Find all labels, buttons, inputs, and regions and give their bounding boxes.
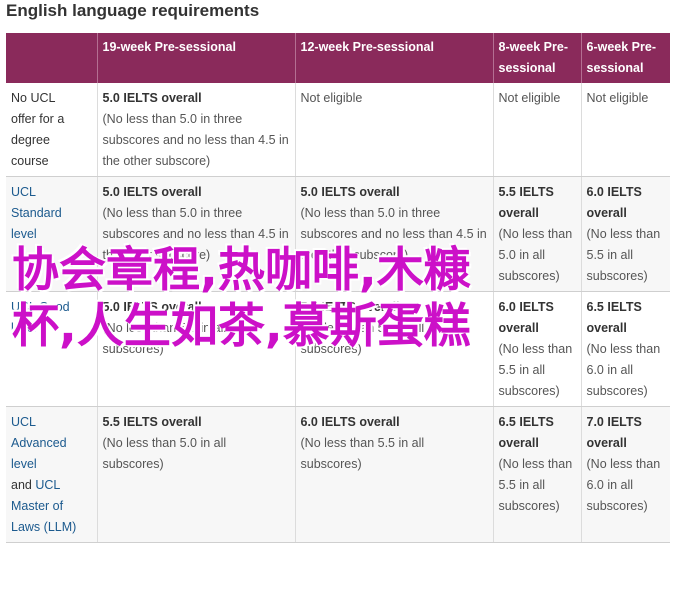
row-header-line[interactable]: and UCL <box>11 475 92 496</box>
subscore-note: Not eligible <box>586 91 649 105</box>
table-cell: 6.0 IELTS overall (No less than 5.5 in al… <box>294 406 493 543</box>
subscore-note: (No less than 5.0 in all subscores) <box>102 321 227 356</box>
table-cell: 5.0 IELTS overall (No less than 5.0 in th… <box>96 83 295 177</box>
table-cell: Not eligible <box>580 83 670 177</box>
row-header-line[interactable]: Advanced <box>11 433 92 454</box>
table-cell: 5.5 IELTS overall (No less than 5.0 in al… <box>294 291 493 407</box>
requirements-table: 19-week Pre-sessional 12-week Pre-sessio… <box>6 33 670 543</box>
table-cell: 6.5 IELTS overall (No less than 5.5 in al… <box>492 406 581 543</box>
subscore-note: (No less than 6.0 in all subscores) <box>586 342 661 398</box>
ielts-score: 5.5 IELTS overall <box>300 300 400 314</box>
ielts-score: 6.0 IELTS overall <box>586 185 642 220</box>
page-title: English language requirements <box>6 1 260 20</box>
row-header: UCL Good level <box>6 291 97 407</box>
subscore-note: (No less than 5.0 in three subscores and… <box>300 206 487 262</box>
ielts-score: 7.0 IELTS overall <box>586 415 642 450</box>
row-header-link[interactable]: UCL <box>35 478 60 492</box>
table-cell: 5.0 IELTS overall (No less than 5.0 in th… <box>96 176 295 292</box>
subscore-note: Not eligible <box>300 91 363 105</box>
ielts-score: 6.5 IELTS overall <box>498 415 554 450</box>
table-cell: 5.5 IELTS overall (No less than 5.0 in al… <box>96 406 295 543</box>
table-cell: 5.0 IELTS overall (No less than 5.0 in al… <box>96 291 295 407</box>
table-row: UCL Standard level 5.0 IELTS overall (No les… <box>6 176 670 292</box>
row-header-line[interactable]: level <box>11 318 92 339</box>
subscore-note: (No less than 5.0 in all subscores) <box>300 321 425 356</box>
row-header-line[interactable]: UCL Good <box>11 297 92 318</box>
ielts-score: 5.5 IELTS overall <box>498 185 554 220</box>
row-header-line[interactable]: level <box>11 454 92 475</box>
subscore-note: (No less than 5.0 in three subscores and… <box>102 206 289 262</box>
row-header: UCL Standard level <box>6 176 97 292</box>
subscore-note: (No less than 5.5 in all subscores) <box>586 227 661 283</box>
subscore-note: (No less than 5.0 in all subscores) <box>102 436 227 471</box>
row-header-line[interactable]: level <box>11 224 92 245</box>
column-header: 8-week Pre-sessional <box>492 33 581 83</box>
subscore-note: (No less than 6.0 in all subscores) <box>586 457 661 513</box>
table-cell: 6.0 IELTS overall (No less than 5.5 in al… <box>580 176 670 292</box>
ielts-score: 5.0 IELTS overall <box>300 185 400 199</box>
subscore-note: (No less than 5.0 in three subscores and… <box>102 112 289 168</box>
table-cell: Not eligible <box>294 83 493 177</box>
subscore-note: (No less than 5.0 in all subscores) <box>498 227 573 283</box>
table-cell: 5.0 IELTS overall (No less than 5.0 in th… <box>294 176 493 292</box>
column-header: 19-week Pre-sessional <box>96 33 295 83</box>
table-header-row: 19-week Pre-sessional 12-week Pre-sessio… <box>6 33 670 83</box>
column-header: 6-week Pre-sessional <box>580 33 670 83</box>
table-row: No UCL offer for a degree course 5.0 IELTS o… <box>6 83 670 177</box>
row-header-line: No UCL <box>11 91 56 105</box>
ielts-score: 5.0 IELTS overall <box>102 91 202 105</box>
row-header-connector: and <box>11 478 36 492</box>
table-row: UCL Advanced level and UCL Master of Laws (LL… <box>6 406 670 543</box>
table-cell: 6.5 IELTS overall (No less than 6.0 in al… <box>580 291 670 407</box>
row-header-line[interactable]: UCL <box>11 412 92 433</box>
row-header: No UCL offer for a degree course <box>6 83 97 177</box>
table-row: UCL Good level 5.0 IELTS overall (No less t… <box>6 291 670 407</box>
row-header: UCL Advanced level and UCL Master of Laws (LL… <box>6 406 97 543</box>
row-header-line: offer for a <box>11 112 65 126</box>
ielts-score: 6.5 IELTS overall <box>586 300 642 335</box>
subscore-note: Not eligible <box>498 91 561 105</box>
subscore-note: (No less than 5.5 in all subscores) <box>300 436 425 471</box>
table-cell: 6.0 IELTS overall (No less than 5.5 in al… <box>492 291 581 407</box>
row-header-line: degree <box>11 133 50 147</box>
table-cell: 7.0 IELTS overall (No less than 6.0 in al… <box>580 406 670 543</box>
table-cell: 5.5 IELTS overall (No less than 5.0 in al… <box>492 176 581 292</box>
ielts-score: 5.0 IELTS overall <box>102 185 202 199</box>
row-header-line[interactable]: Master of <box>11 496 92 517</box>
subscore-note: (No less than 5.5 in all subscores) <box>498 457 573 513</box>
row-header-line[interactable]: UCL <box>11 182 92 203</box>
column-header <box>6 33 97 83</box>
ielts-score: 5.5 IELTS overall <box>102 415 202 429</box>
row-header-line[interactable]: Laws (LLM) <box>11 517 92 538</box>
subscore-note: (No less than 5.5 in all subscores) <box>498 342 573 398</box>
ielts-score: 6.0 IELTS overall <box>498 300 554 335</box>
table-cell: Not eligible <box>492 83 581 177</box>
row-header-line: course <box>11 154 49 168</box>
ielts-score: 6.0 IELTS overall <box>300 415 400 429</box>
column-header: 12-week Pre-sessional <box>294 33 493 83</box>
ielts-score: 5.0 IELTS overall <box>102 300 202 314</box>
row-header-line[interactable]: Standard <box>11 203 92 224</box>
